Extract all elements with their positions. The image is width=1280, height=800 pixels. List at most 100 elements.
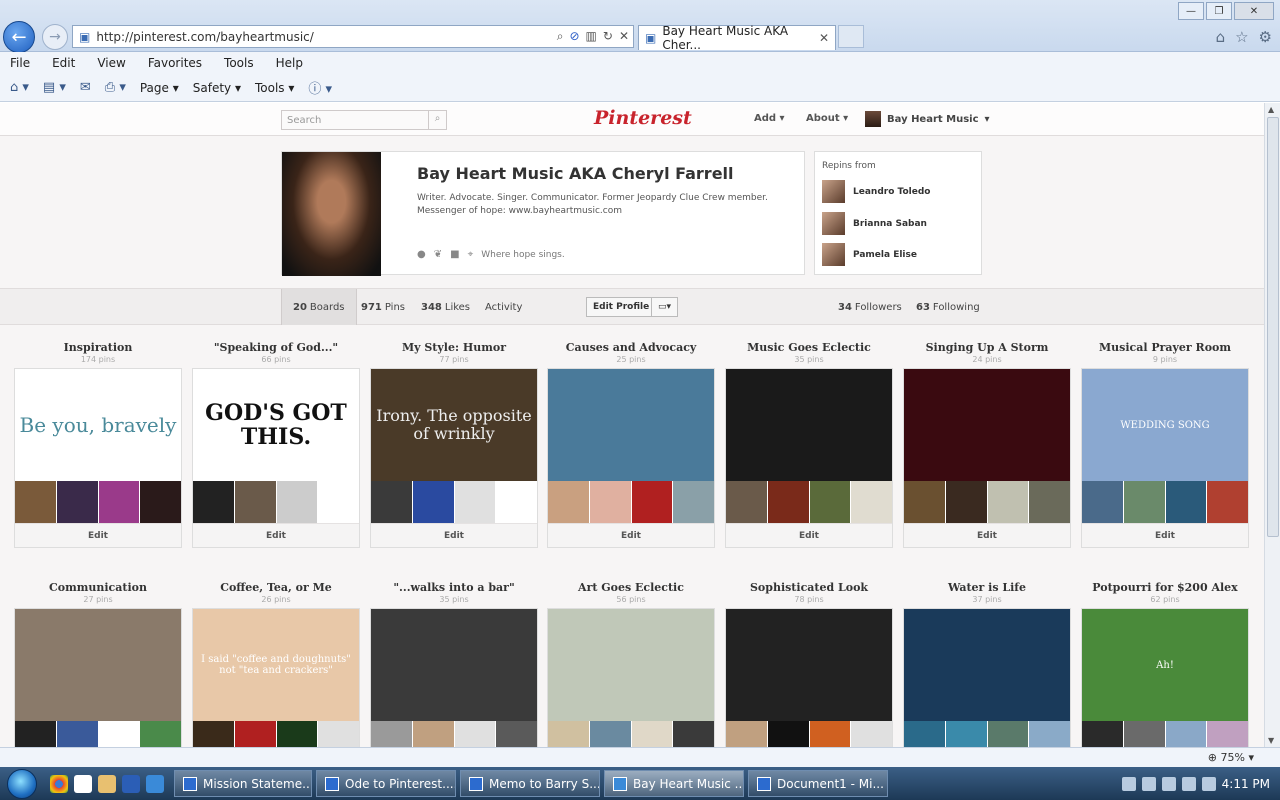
pin-thumbnail[interactable]: [233, 481, 276, 523]
pin-thumbnail[interactable]: [193, 721, 234, 747]
new-tab-button[interactable]: [838, 25, 864, 48]
pinterest-logo[interactable]: Pinterest: [594, 107, 692, 129]
pin-thumbnail[interactable]: [726, 481, 767, 523]
nav-add[interactable]: Add ▾: [754, 113, 785, 124]
pin-thumbnail[interactable]: [904, 721, 945, 747]
board-edit-button[interactable]: Edit: [15, 523, 181, 547]
board-card[interactable]: Water is Life37 pins Edit: [903, 581, 1071, 747]
pin-thumbnail[interactable]: [453, 721, 496, 747]
board-cover-image[interactable]: [371, 609, 537, 721]
board-card[interactable]: Music Goes Eclectic 35 pins Edit: [725, 341, 893, 548]
pin-thumbnail[interactable]: [672, 481, 714, 523]
clock[interactable]: 4:11 PM: [1222, 777, 1270, 791]
pin-thumbnail[interactable]: [55, 481, 98, 523]
board-title[interactable]: Water is Life: [903, 581, 1071, 594]
pin-thumbnail[interactable]: [548, 481, 589, 523]
pin-thumbnail[interactable]: [766, 481, 809, 523]
board-title[interactable]: Potpourri for $200 Alex: [1081, 581, 1249, 594]
board-title[interactable]: Sophisticated Look: [725, 581, 893, 594]
user-menu[interactable]: Bay Heart Music ▾: [865, 111, 990, 127]
taskbar-item[interactable]: Ode to Pinterest....: [316, 770, 456, 797]
close-icon[interactable]: ✕: [619, 29, 629, 44]
pin-thumbnail[interactable]: [630, 721, 673, 747]
scroll-up-icon[interactable]: ▲: [1268, 105, 1274, 114]
board-card[interactable]: Singing Up A Storm 24 pins Edit: [903, 341, 1071, 548]
pin-thumbnail[interactable]: [630, 481, 673, 523]
ie-icon[interactable]: [146, 774, 164, 793]
board-cover-image[interactable]: I said "coffee and doughnuts" not "tea a…: [193, 609, 359, 721]
home-icon[interactable]: ⌂: [1216, 28, 1226, 46]
board-edit-button[interactable]: Edit: [1082, 523, 1248, 547]
pin-thumbnail[interactable]: [371, 481, 412, 523]
board-cover-image[interactable]: Irony. The opposite of wrinkly: [371, 369, 537, 481]
followers-link[interactable]: 34 Followers: [838, 289, 902, 325]
board-card[interactable]: Communication27 pins Edit: [14, 581, 182, 747]
board-cover-image[interactable]: WEDDING SONG: [1082, 369, 1248, 481]
pin-thumbnail[interactable]: [1122, 481, 1165, 523]
pin-thumbnail[interactable]: [371, 721, 412, 747]
board-cover-image[interactable]: [548, 369, 714, 481]
menu-file[interactable]: File: [10, 56, 30, 70]
taskbar-item[interactable]: Memo to Barry S...: [460, 770, 600, 797]
pin-thumbnail[interactable]: [808, 481, 851, 523]
board-card[interactable]: Sophisticated Look78 pins Edit: [725, 581, 893, 747]
menu-tools[interactable]: Tools: [224, 56, 254, 70]
taskbar-item[interactable]: Mission Stateme...: [174, 770, 312, 797]
board-title[interactable]: Communication: [14, 581, 182, 594]
pin-thumbnail[interactable]: [986, 481, 1029, 523]
menu-edit[interactable]: Edit: [52, 56, 75, 70]
board-title[interactable]: My Style: Humor: [370, 341, 538, 354]
board-preview[interactable]: WEDDING SONG Edit: [1081, 368, 1249, 548]
pin-thumbnail[interactable]: [1028, 481, 1070, 523]
pin-thumbnail[interactable]: [1206, 481, 1248, 523]
menu-help[interactable]: Help: [276, 56, 303, 70]
tab-boards[interactable]: 20 Boards: [281, 289, 357, 325]
globe-icon[interactable]: ●: [417, 249, 426, 260]
board-cover-image[interactable]: [548, 609, 714, 721]
board-card[interactable]: My Style: Humor 77 pins Irony. The opposit…: [370, 341, 538, 548]
pin-thumbnail[interactable]: [986, 721, 1029, 747]
board-title[interactable]: Causes and Advocacy: [547, 341, 715, 354]
pin-thumbnail[interactable]: [411, 481, 454, 523]
repin-person[interactable]: Brianna Saban: [822, 212, 927, 235]
pin-thumbnail[interactable]: [15, 721, 56, 747]
menu-favorites[interactable]: Favorites: [148, 56, 202, 70]
board-card[interactable]: Potpourri for $200 Alex62 pins Ah!Edit: [1081, 581, 1249, 747]
repin-person[interactable]: Leandro Toledo: [822, 180, 930, 203]
pin-thumbnail[interactable]: [726, 721, 767, 747]
pin-thumbnail[interactable]: [495, 721, 537, 747]
taskbar-item[interactable]: Document1 - Mi...: [748, 770, 888, 797]
board-title[interactable]: Inspiration: [14, 341, 182, 354]
board-card[interactable]: Coffee, Tea, or Me 26 pins I said "coffee …: [192, 581, 360, 747]
pin-thumbnail[interactable]: [1164, 481, 1207, 523]
board-preview[interactable]: Edit: [725, 608, 893, 747]
tray-icon[interactable]: [1161, 776, 1176, 791]
pin-thumbnail[interactable]: [275, 481, 318, 523]
board-edit-button[interactable]: Edit: [904, 523, 1070, 547]
twitter-icon[interactable]: ❦: [434, 249, 442, 260]
board-card[interactable]: Causes and Advocacy 25 pins Edit: [547, 341, 715, 548]
pin-thumbnail[interactable]: [944, 481, 987, 523]
tab-close-icon[interactable]: ✕: [819, 31, 829, 45]
word-icon[interactable]: [122, 774, 140, 793]
board-cover-image[interactable]: Be you, bravely: [15, 369, 181, 481]
board-card[interactable]: "Speaking of God..." 66 pins GOD'S GOT THI…: [192, 341, 360, 548]
board-title[interactable]: Musical Prayer Room: [1081, 341, 1249, 354]
pin-thumbnail[interactable]: [139, 721, 181, 747]
board-title[interactable]: Art Goes Eclectic: [547, 581, 715, 594]
board-preview[interactable]: Edit: [725, 368, 893, 548]
board-preview[interactable]: Edit: [903, 608, 1071, 747]
board-cover-image[interactable]: [904, 609, 1070, 721]
pin-thumbnail[interactable]: [233, 721, 276, 747]
stop-icon[interactable]: ⊘: [569, 29, 579, 44]
pin-thumbnail[interactable]: [411, 721, 454, 747]
board-preview[interactable]: Edit: [547, 608, 715, 747]
facebook-icon[interactable]: ■: [450, 249, 459, 260]
board-title[interactable]: Music Goes Eclectic: [725, 341, 893, 354]
board-title[interactable]: "...walks into a bar": [370, 581, 538, 594]
address-bar[interactable]: ▣ http://pinterest.com/bayheartmusic/ ⌕ …: [72, 25, 634, 48]
browser-tab-active[interactable]: ▣ Bay Heart Music AKA Cher... ✕: [638, 24, 836, 52]
menu-view[interactable]: View: [97, 56, 125, 70]
pin-thumbnail[interactable]: [1082, 481, 1123, 523]
compat-icon[interactable]: ▥: [586, 29, 597, 44]
